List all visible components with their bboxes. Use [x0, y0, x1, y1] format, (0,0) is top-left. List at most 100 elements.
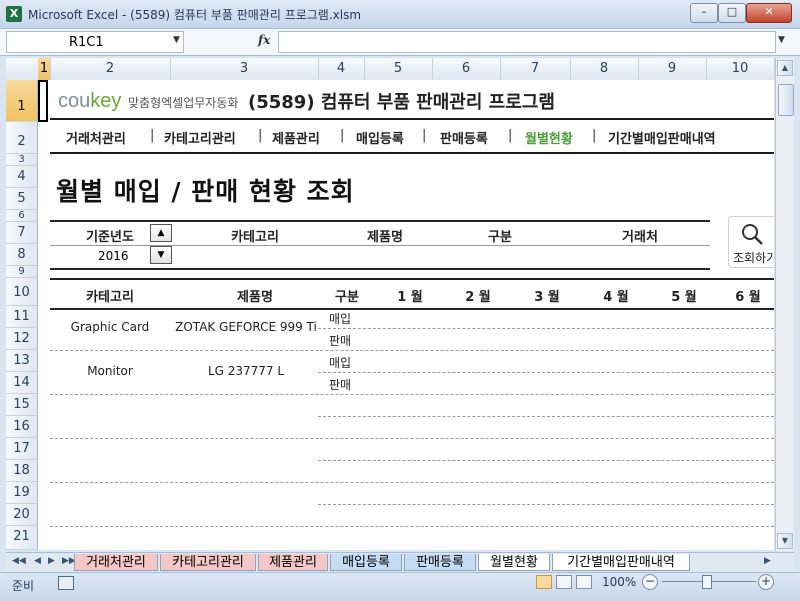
- row-divider: [50, 482, 774, 483]
- nav-item-sales-entry[interactable]: 판매등록: [440, 128, 488, 147]
- sheet-tab[interactable]: 기간별매입판매내역: [552, 554, 690, 571]
- sheet-tab[interactable]: 판매등록: [404, 554, 476, 571]
- table-cell-product[interactable]: LG 237777 L: [172, 364, 320, 378]
- row-header-cell[interactable]: 14: [6, 372, 38, 394]
- row-header-cell[interactable]: 20: [6, 504, 38, 526]
- column-header-cell[interactable]: 5: [364, 58, 433, 80]
- row-header-cell[interactable]: 16: [6, 416, 38, 438]
- name-box-value: R1C1: [69, 35, 104, 50]
- row-header-cell[interactable]: 12: [6, 328, 38, 350]
- table-header-type: 구분: [335, 290, 359, 305]
- horizontal-scroll-right-icon[interactable]: ▶: [764, 556, 771, 566]
- scroll-down-icon[interactable]: ▼: [777, 533, 793, 549]
- nav-item-monthly-status[interactable]: 월별현황: [525, 128, 573, 147]
- year-spin-up-icon[interactable]: ▲: [150, 224, 172, 242]
- row-divider: [50, 350, 774, 351]
- row-header-cell[interactable]: 5: [6, 188, 38, 210]
- table-cell-type[interactable]: 매입: [320, 354, 360, 371]
- column-header-cell[interactable]: 2: [50, 58, 171, 80]
- prev-sheet-icon[interactable]: ◀: [34, 556, 41, 566]
- excel-icon: X: [6, 6, 22, 22]
- row-header-cell[interactable]: 9: [6, 266, 38, 278]
- row-divider: [318, 504, 774, 505]
- scroll-up-icon[interactable]: ▲: [777, 60, 793, 76]
- row-header-cell[interactable]: 3: [6, 154, 38, 166]
- close-button[interactable]: ✕: [746, 3, 792, 23]
- table-cell-product[interactable]: ZOTAK GEFORCE 999 Ti: [172, 320, 320, 334]
- table-cell-category[interactable]: Monitor: [50, 364, 170, 378]
- sheet-tab[interactable]: 카테고리관리: [160, 554, 256, 571]
- filter-panel: 기준년도 카테고리 제품명 구분 거래처 2016 ▲ ▼: [50, 220, 710, 270]
- year-field[interactable]: 2016: [98, 249, 129, 263]
- row-header-cell[interactable]: 2: [6, 122, 38, 154]
- macro-record-icon[interactable]: [58, 576, 74, 590]
- row-header-cell[interactable]: 1: [6, 80, 38, 122]
- table-cell-category[interactable]: Graphic Card: [50, 320, 170, 334]
- search-button-label: 조회하기: [733, 251, 774, 265]
- function-icon[interactable]: fx: [258, 33, 270, 47]
- row-header-cell[interactable]: 13: [6, 350, 38, 372]
- row-header-cell[interactable]: 21: [6, 526, 38, 550]
- minimize-button[interactable]: –: [690, 3, 718, 23]
- nav-item-period-history[interactable]: 기간별매입판매내역: [608, 128, 716, 147]
- nav-item-clients[interactable]: 거래처관리: [66, 128, 126, 147]
- zoom-level[interactable]: 100%: [602, 575, 636, 589]
- page-layout-view-icon[interactable]: [556, 575, 572, 589]
- zoom-slider-thumb[interactable]: [702, 575, 712, 589]
- row-header-cell[interactable]: 19: [6, 482, 38, 504]
- magnifier-icon: [742, 224, 763, 245]
- column-header-cell[interactable]: 4: [318, 58, 365, 80]
- table-header-month: 4 월: [603, 290, 629, 305]
- nav-separator: |: [422, 128, 427, 143]
- table-cell-type[interactable]: 판매: [320, 376, 360, 393]
- select-all-corner[interactable]: [6, 58, 39, 80]
- row-header-cell[interactable]: 15: [6, 394, 38, 416]
- sheet-tab[interactable]: 거래처관리: [74, 554, 158, 571]
- section-title: 월별 매입 / 판매 현황 조회: [56, 177, 355, 206]
- nav-item-purchase-entry[interactable]: 매입등록: [356, 128, 404, 147]
- scroll-thumb[interactable]: [778, 84, 794, 116]
- column-header: 1 2 3 4 5 6 7 8 9 10: [6, 58, 775, 81]
- sheet-tab[interactable]: 제품관리: [258, 554, 328, 571]
- row-header-cell[interactable]: 18: [6, 460, 38, 482]
- first-sheet-icon[interactable]: ◀◀: [12, 556, 26, 566]
- formula-input[interactable]: [278, 31, 776, 53]
- zoom-out-icon[interactable]: −: [642, 574, 658, 590]
- row-header-cell[interactable]: 11: [6, 306, 38, 328]
- vertical-scrollbar[interactable]: ▲ ▼: [775, 58, 794, 551]
- nav-item-products[interactable]: 제품관리: [272, 128, 320, 147]
- normal-view-icon[interactable]: [536, 575, 552, 589]
- nav-item-categories[interactable]: 카테고리관리: [164, 128, 236, 147]
- table-cell-type[interactable]: 판매: [320, 332, 360, 349]
- chevron-down-icon[interactable]: ▼: [173, 35, 180, 45]
- row-header-cell[interactable]: 8: [6, 244, 38, 266]
- nav-separator: |: [258, 128, 263, 143]
- zoom-in-icon[interactable]: +: [758, 574, 774, 590]
- search-button[interactable]: 조회하기: [728, 216, 774, 268]
- column-header-cell[interactable]: 6: [432, 58, 501, 80]
- column-header-cell[interactable]: 8: [570, 58, 639, 80]
- table-cell-type[interactable]: 매입: [320, 310, 360, 327]
- page-break-view-icon[interactable]: [576, 575, 592, 589]
- worksheet[interactable]: coukey 맞춤형엑셀업무자동화 (5589) 컴퓨터 부품 판매관리 프로그…: [38, 80, 774, 550]
- sheet-tab-active[interactable]: 월별현황: [478, 554, 550, 571]
- row-header-cell[interactable]: 10: [6, 278, 38, 306]
- row-header-cell[interactable]: 17: [6, 438, 38, 460]
- row-header-cell[interactable]: 7: [6, 222, 38, 244]
- column-header-cell[interactable]: 3: [170, 58, 319, 80]
- table-header-month: 3 월: [534, 290, 560, 305]
- maximize-button[interactable]: □: [718, 3, 746, 23]
- row-header-cell[interactable]: 4: [6, 166, 38, 188]
- next-sheet-icon[interactable]: ▶: [48, 556, 55, 566]
- sheet-tab[interactable]: 매입등록: [330, 554, 402, 571]
- column-header-cell[interactable]: 10: [706, 58, 775, 80]
- column-header-cell[interactable]: 7: [500, 58, 571, 80]
- table-header-month: 2 월: [465, 290, 491, 305]
- column-header-cell[interactable]: 9: [638, 58, 707, 80]
- expand-formula-icon[interactable]: ▼: [778, 35, 785, 45]
- row-header-cell[interactable]: 6: [6, 210, 38, 222]
- year-spin-down-icon[interactable]: ▼: [150, 246, 172, 264]
- sheet-tab-bar: ◀◀ ◀ ▶ ▶▶ 거래처관리 카테고리관리 제품관리 매입등록 판매등록 월별…: [6, 552, 794, 573]
- active-cell[interactable]: [38, 80, 48, 122]
- name-box[interactable]: R1C1 ▼: [6, 31, 184, 53]
